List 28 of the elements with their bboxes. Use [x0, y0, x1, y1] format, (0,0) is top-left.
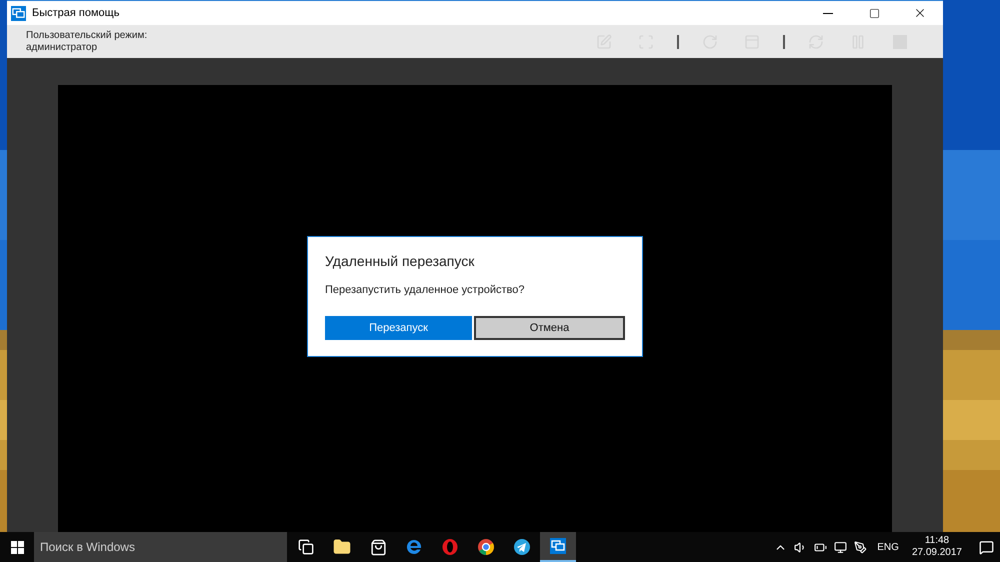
minimize-icon — [823, 12, 833, 14]
dialog-title: Удаленный перезапуск — [325, 252, 476, 272]
store-icon — [370, 538, 386, 556]
clock-time[interactable]: 11:48 — [924, 535, 950, 547]
taskbar-app[interactable] — [540, 532, 576, 562]
dialog-message: Перезапустить удаленное устройство? — [325, 283, 526, 298]
window-title: Быстрая помощь — [32, 6, 120, 21]
windows-icon — [10, 540, 24, 554]
browser-icon — [441, 538, 459, 556]
clock-date[interactable]: 27.09.2017 — [912, 547, 962, 559]
confirm-button[interactable]: Перезапуск — [325, 316, 472, 340]
search-field[interactable]: Поиск в Windows — [34, 532, 287, 562]
maximize-icon — [868, 8, 880, 18]
network-icon[interactable] — [834, 540, 848, 554]
browser-icon — [477, 538, 495, 556]
mode-label: Пользовательский режим: — [26, 30, 148, 42]
messenger-icon — [513, 538, 531, 556]
browser-icon — [405, 538, 423, 556]
monitor-icon — [11, 6, 26, 20]
notification-icon[interactable] — [979, 540, 994, 554]
monitor-icon — [550, 538, 566, 554]
pen-icon[interactable] — [854, 540, 868, 554]
battery-icon[interactable] — [814, 540, 828, 554]
folder-icon — [333, 538, 351, 556]
task-view-icon — [298, 539, 314, 555]
mode-value: администратор — [26, 42, 98, 54]
language-indicator[interactable]: ENG — [877, 540, 899, 554]
cancel-button[interactable]: Отмена — [474, 316, 625, 340]
